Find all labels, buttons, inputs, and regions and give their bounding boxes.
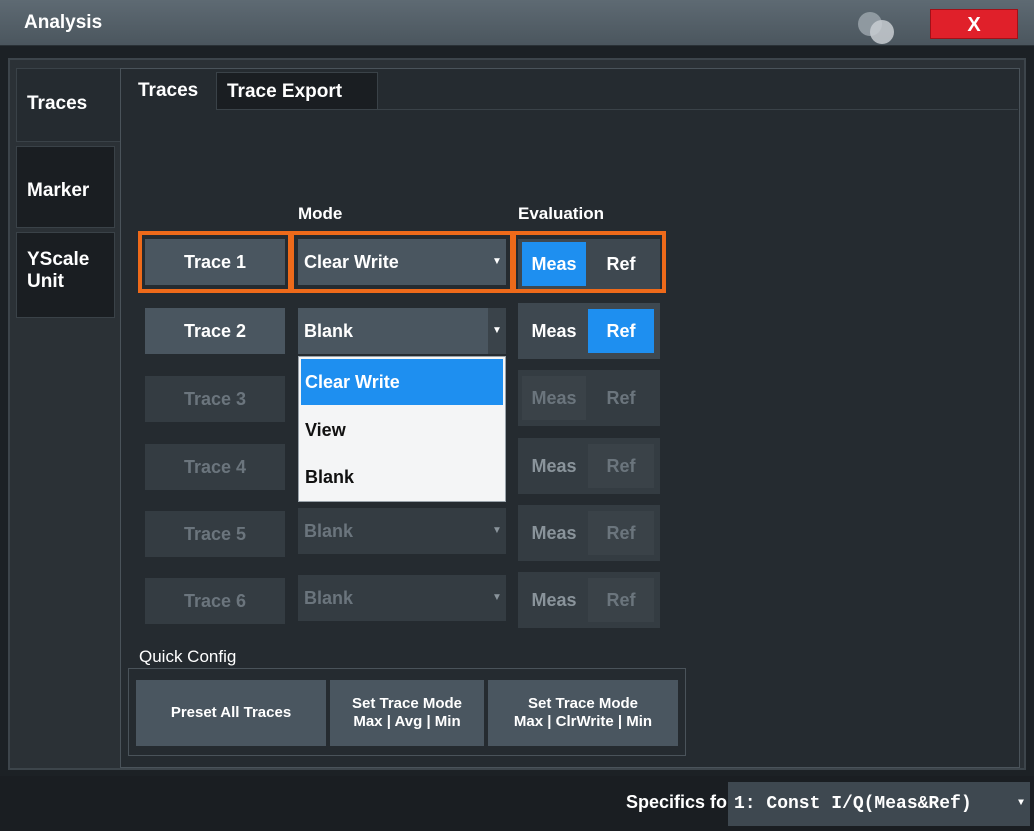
specifics-label: Specifics for <box>626 792 735 812</box>
logo-icon <box>856 12 900 44</box>
side-tab-marker[interactable]: Marker <box>16 146 115 228</box>
trace-3-button[interactable]: Trace 3 <box>145 376 285 422</box>
trace-3-evaluation-toggle[interactable]: Meas Ref <box>518 370 660 426</box>
title-bar: Analysis X <box>0 0 1034 46</box>
trace-5-evaluation-toggle[interactable]: Meas Ref <box>518 505 660 561</box>
tab-traces[interactable]: Traces <box>128 72 214 110</box>
mode-dropdown-list: Clear Write View Blank <box>298 356 506 502</box>
chevron-down-icon: ▼ <box>488 308 506 354</box>
trace-6-meas-option[interactable]: Meas <box>522 578 586 622</box>
chevron-down-icon: ▼ <box>1017 798 1024 809</box>
specifics-value: 1: Const I/Q(Meas&Ref) <box>734 794 972 814</box>
preset-all-traces-label: Preset All Traces <box>170 704 292 721</box>
trace-6-mode-value: Blank <box>304 588 354 608</box>
set-trace-mode-clrwrite-line2: Max | ClrWrite | Min <box>513 713 653 730</box>
column-header-mode: Mode <box>298 204 343 223</box>
trace-1-mode-value: Clear Write <box>304 252 399 272</box>
dropdown-option-blank[interactable]: Blank <box>301 454 503 500</box>
tab-trace-export[interactable]: Trace Export <box>216 72 378 110</box>
preset-all-traces-button[interactable]: Preset All Traces <box>136 680 326 746</box>
chevron-down-icon: ▼ <box>488 575 506 621</box>
trace-2-ref-option[interactable]: Ref <box>588 309 654 353</box>
trace-3-meas-option[interactable]: Meas <box>522 376 586 420</box>
trace-2-mode-value: Blank <box>304 321 354 341</box>
trace-2-meas-option[interactable]: Meas <box>522 309 586 353</box>
window-title: Analysis <box>24 12 103 33</box>
trace-5-ref-option[interactable]: Ref <box>588 511 654 555</box>
trace-6-ref-option[interactable]: Ref <box>588 578 654 622</box>
trace-5-meas-option[interactable]: Meas <box>522 511 586 555</box>
set-trace-mode-clrwrite-line1: Set Trace Mode <box>527 695 639 712</box>
column-header-evaluation: Evaluation <box>518 204 604 223</box>
trace-1-mode-select[interactable]: Clear Write ▼ <box>298 239 506 285</box>
trace-4-button[interactable]: Trace 4 <box>145 444 285 490</box>
trace-4-meas-option[interactable]: Meas <box>522 444 586 488</box>
trace-2-evaluation-toggle[interactable]: Meas Ref <box>518 303 660 359</box>
trace-6-mode-select[interactable]: Blank ▼ <box>298 575 506 621</box>
close-button[interactable]: X <box>930 9 1018 39</box>
trace-5-mode-value: Blank <box>304 521 354 541</box>
set-trace-mode-clrwrite-button[interactable]: Set Trace Mode Max | ClrWrite | Min <box>488 680 678 746</box>
trace-1-meas-option[interactable]: Meas <box>522 242 586 286</box>
trace-3-ref-option[interactable]: Ref <box>588 376 654 420</box>
trace-4-evaluation-toggle[interactable]: Meas Ref <box>518 438 660 494</box>
dropdown-option-clear-write[interactable]: Clear Write <box>301 359 503 405</box>
quick-config-label: Quick Config <box>139 647 237 666</box>
trace-2-mode-select[interactable]: Blank ▼ <box>298 308 506 354</box>
trace-6-button[interactable]: Trace 6 <box>145 578 285 624</box>
set-trace-mode-avg-button[interactable]: Set Trace Mode Max | Avg | Min <box>330 680 484 746</box>
side-tab-traces[interactable]: Traces <box>16 68 124 142</box>
trace-2-button[interactable]: Trace 2 <box>145 308 285 354</box>
trace-1-ref-option[interactable]: Ref <box>588 242 654 286</box>
trace-5-button[interactable]: Trace 5 <box>145 511 285 557</box>
set-trace-mode-avg-line2: Max | Avg | Min <box>353 713 461 730</box>
trace-1-evaluation-toggle[interactable]: Meas Ref <box>518 239 660 289</box>
specifics-select[interactable]: 1: Const I/Q(Meas&Ref) ▼ <box>728 782 1030 826</box>
trace-1-button[interactable]: Trace 1 <box>145 239 285 285</box>
dropdown-option-view[interactable]: View <box>301 407 503 453</box>
chevron-down-icon: ▼ <box>488 508 506 554</box>
side-tab-yscale-unit[interactable]: YScale Unit <box>16 232 115 318</box>
trace-4-ref-option[interactable]: Ref <box>588 444 654 488</box>
trace-6-evaluation-toggle[interactable]: Meas Ref <box>518 572 660 628</box>
chevron-down-icon: ▼ <box>488 239 506 285</box>
trace-5-mode-select[interactable]: Blank ▼ <box>298 508 506 554</box>
tab-divider <box>378 109 1018 110</box>
set-trace-mode-avg-line1: Set Trace Mode <box>351 695 463 712</box>
